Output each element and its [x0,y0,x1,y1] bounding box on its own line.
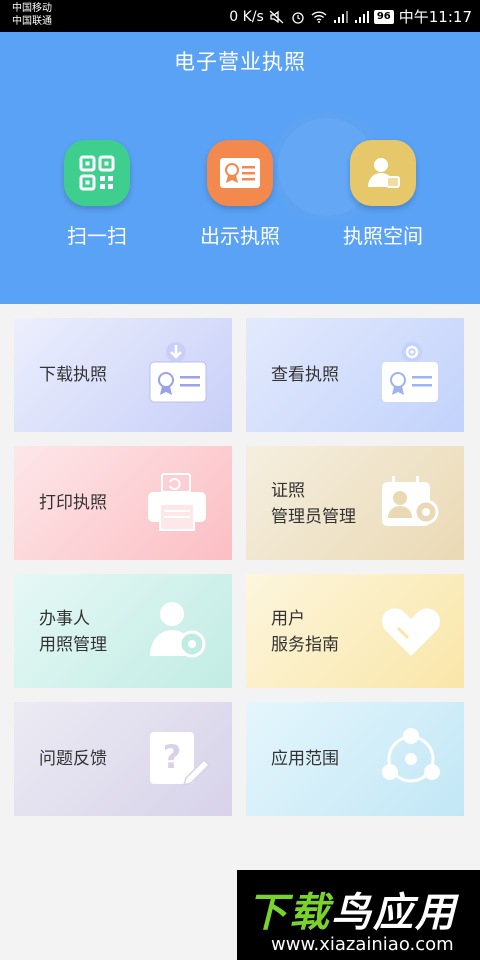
battery-indicator: 96 [373,9,394,24]
brand-watermark: 下载鸟应用 www.xiazainiao.com [237,870,480,960]
license-space-label: 执照空间 [343,224,423,248]
tile-label: 办事人 用照管理 [39,606,107,658]
brand-name-part-2: 鸟应用 [331,890,457,936]
mute-icon [269,10,284,23]
tile-label-line1: 办事人 [39,609,90,629]
tile-service-guide[interactable]: 用户 服务指南 [246,574,464,688]
view-license-icon [382,342,438,402]
carrier-2: 中国联通 [12,16,52,27]
page-title: 电子营业执照 [174,50,306,74]
wifi-icon [311,10,327,23]
header-banner: 电子营业执照 扫一扫 出示执照 执照空间 [0,32,480,304]
tile-feedback[interactable]: 问题反馈 ? [14,702,232,816]
tile-download-license[interactable]: 下载执照 [14,318,232,432]
tile-label-line2: 服务指南 [271,635,339,655]
qr-scan-icon [64,140,130,206]
carrier-1: 中国移动 [12,3,52,14]
tile-label: 证照 管理员管理 [271,478,356,530]
carrier-info: 中国移动 中国联通 [12,2,52,28]
tile-label: 打印执照 [39,493,107,513]
admin-settings-icon [382,476,439,526]
signal-4g-icon [354,10,369,23]
feedback-icon: ? [150,732,211,787]
scan-label: 扫一扫 [67,224,127,248]
download-license-icon [149,342,207,403]
printer-icon [148,473,206,531]
tile-application-scope[interactable]: 应用范围 [246,702,464,816]
status-indicators: 0 K/s 96 中午11:17 [229,6,472,27]
brand-url: www.xiazainiao.com [271,934,454,955]
tile-label-line1: 证照 [271,481,305,501]
tile-admin-management[interactable]: 证照 管理员管理 [246,446,464,560]
tile-print-license[interactable]: 打印执照 [14,446,232,560]
brand-name-part-1: 下载 [247,890,331,936]
tile-label-line2: 管理员管理 [271,507,356,527]
heart-icon [381,608,441,656]
network-speed: 0 K/s [229,8,264,25]
show-license-button[interactable]: 出示执照 [170,140,310,249]
tile-agent-management[interactable]: 办事人 用照管理 [14,574,232,688]
status-bar: 中国移动 中国联通 0 K/s 96 中午11:17 [0,0,480,32]
brand-name: 下载鸟应用 [247,880,457,938]
agent-settings-icon [150,602,206,658]
tile-label: 查看执照 [271,365,339,385]
license-space-button[interactable]: 执照空间 [313,140,453,249]
tile-label: 下载执照 [39,365,107,385]
person-badge-icon [350,140,416,206]
tile-label-line1: 用户 [271,609,305,629]
show-license-label: 出示执照 [200,224,280,248]
scan-button[interactable]: 扫一扫 [27,140,167,249]
tile-label: 应用范围 [271,749,339,769]
clock: 中午11:17 [398,8,472,26]
tile-label: 用户 服务指南 [271,606,339,658]
svg-text:?: ? [163,738,182,776]
tile-label-line2: 用照管理 [39,635,107,655]
tile-view-license[interactable]: 查看执照 [246,318,464,432]
signal-2g-icon [333,10,348,23]
alarm-icon [292,11,304,24]
share-nodes-icon [382,728,440,783]
tile-label: 问题反馈 [39,749,107,769]
license-card-icon [207,140,273,206]
